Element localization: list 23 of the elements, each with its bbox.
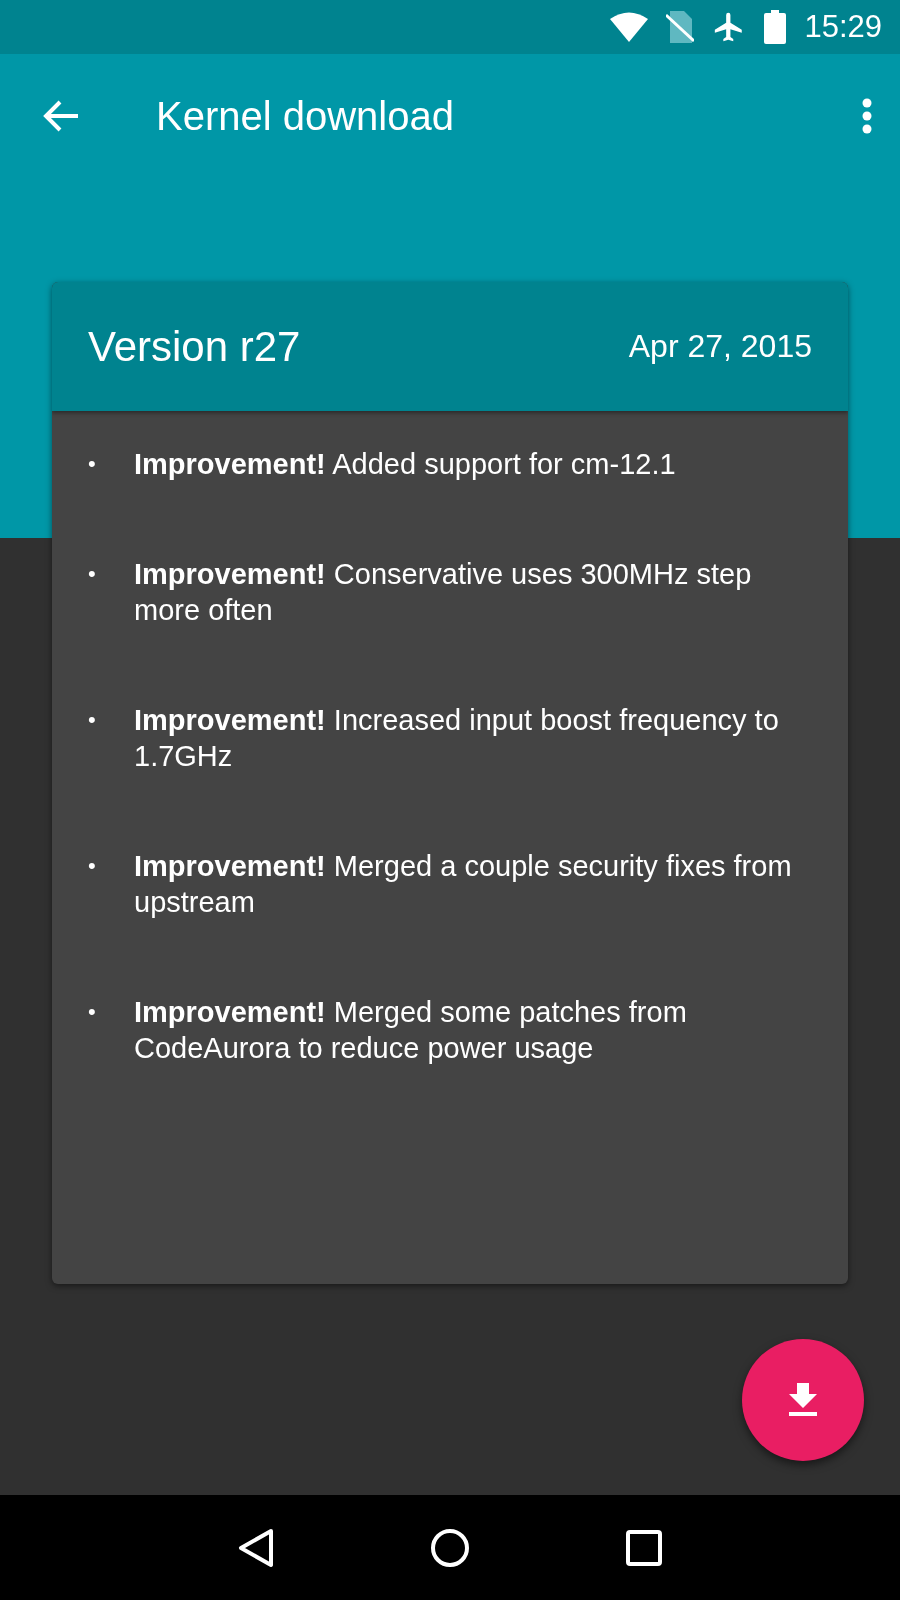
recents-icon[interactable] <box>626 1529 662 1566</box>
home-icon[interactable] <box>430 1527 470 1568</box>
wifi-icon <box>610 12 649 42</box>
bullet: • <box>88 706 97 734</box>
changelog-entry: Improvement! Merged a couple security fixes from upstream <box>134 849 793 920</box>
screen-title: Kernel download <box>156 93 455 139</box>
changelog-entry: Improvement! Merged some patches from CodeAurora to reduce power usage <box>134 995 688 1066</box>
no-sim-icon <box>666 11 695 43</box>
release-date: Apr 27, 2015 <box>628 328 812 365</box>
battery-icon <box>764 10 787 44</box>
bullet: • <box>88 852 97 880</box>
bullet: • <box>88 560 97 588</box>
version-title: Version r27 <box>88 322 301 371</box>
back-icon[interactable] <box>238 1527 274 1568</box>
back-arrow-icon[interactable] <box>42 99 80 133</box>
clock-time: 15:29 <box>804 9 882 45</box>
bullet: • <box>88 450 97 478</box>
download-icon <box>788 1383 818 1417</box>
changelog-entry: Improvement! Increased input boost frequency to 1.7GHz <box>134 703 780 774</box>
changelog-entry: Improvement! Added support for cm-12.1 <box>134 447 677 482</box>
more-options-icon[interactable] <box>862 98 872 134</box>
bullet: • <box>88 998 97 1026</box>
changelog-entry: Improvement! Conservative uses 300MHz step more often <box>134 557 753 628</box>
